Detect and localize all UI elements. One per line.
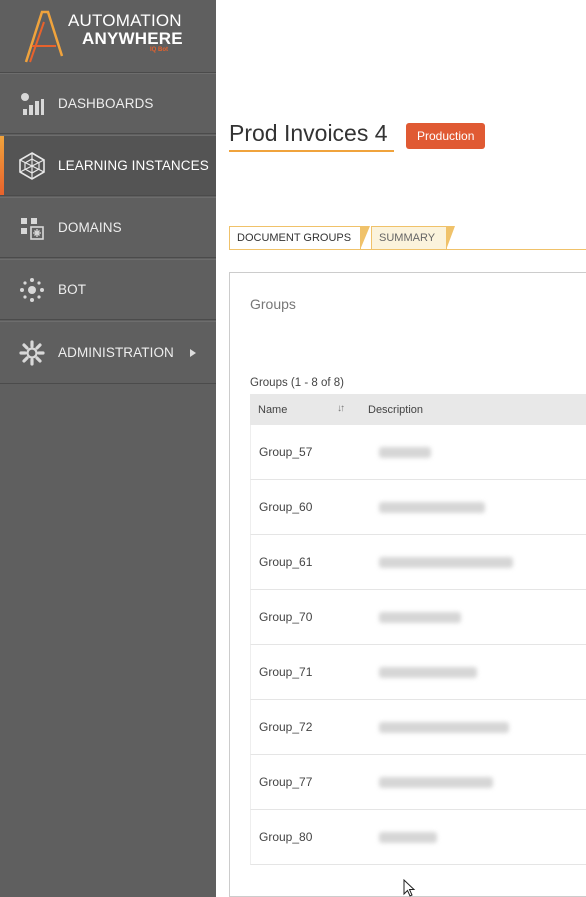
sidebar-item-learning-instances[interactable]: LEARNING INSTANCES [0,135,216,196]
sidebar-item-dashboards[interactable]: DASHBOARDS [0,73,216,134]
group-description-redacted [379,777,493,788]
automation-anywhere-logo-icon [24,10,64,63]
brand-logo[interactable]: AUTOMATION ANYWHERE IQ Bot [0,0,216,73]
brand-line1: AUTOMATION [68,11,182,30]
mouse-cursor-icon [403,879,416,897]
group-name[interactable]: Group_57 [259,445,312,459]
sidebar-item-label: ADMINISTRATION [58,345,174,360]
group-name[interactable]: Group_71 [259,665,312,679]
table-header: Name ↓↑ Description [250,394,586,425]
group-name[interactable]: Group_61 [259,555,312,569]
sidebar-item-domains[interactable]: DOMAINS [0,197,216,258]
group-name[interactable]: Group_60 [259,500,312,514]
bot-icon [18,276,46,304]
groups-table: Name ↓↑ Description Group_57 Group_60 Gr… [250,394,586,865]
learning-instances-icon [18,151,46,180]
sidebar-item-label: DASHBOARDS [58,96,154,111]
column-header-name[interactable]: Name [258,404,287,416]
sidebar-item-bot[interactable]: BOT [0,259,216,320]
group-name[interactable]: Group_70 [259,610,312,624]
table-row[interactable]: Group_77 [250,755,586,810]
sidebar-item-administration[interactable]: ADMINISTRATION [0,321,216,384]
chevron-right-icon [190,348,196,357]
dashboard-icon [18,90,46,118]
group-description-redacted [379,502,485,513]
tabs-divider [229,249,586,250]
group-name[interactable]: Group_80 [259,830,312,844]
tab-summary[interactable]: SUMMARY [371,226,455,250]
sidebar-item-label: BOT [58,282,87,297]
table-row[interactable]: Group_57 [250,425,586,480]
groups-heading: Groups [250,296,296,312]
group-description-redacted [379,447,431,458]
column-header-description[interactable]: Description [368,404,423,416]
table-row[interactable]: Group_72 [250,700,586,755]
group-name[interactable]: Group_72 [259,720,312,734]
domains-icon [18,214,46,242]
environment-badge[interactable]: Production [406,123,486,149]
table-row[interactable]: Group_61 [250,535,586,590]
sidebar: AUTOMATION ANYWHERE IQ Bot DASHBOARDS LE… [0,0,216,897]
gear-icon [18,339,46,367]
table-row[interactable]: Group_60 [250,480,586,535]
page-title: Prod Invoices 4 [229,120,388,146]
group-description-redacted [379,722,509,733]
sort-icon[interactable]: ↓↑ [337,403,345,414]
group-name[interactable]: Group_77 [259,775,312,789]
group-description-redacted [379,832,437,843]
sidebar-item-label: DOMAINS [58,220,122,235]
group-description-redacted [379,667,477,678]
group-description-redacted [379,557,513,568]
groups-count: Groups (1 - 8 of 8) [250,377,344,389]
group-description-redacted [379,612,461,623]
tab-document-groups[interactable]: DOCUMENT GROUPS [229,226,370,250]
brand-subtitle: IQ Bot [150,47,168,53]
title-underline [229,150,394,152]
brand-line2: ANYWHERE [82,29,183,48]
sidebar-item-label: LEARNING INSTANCES [58,158,209,173]
table-row[interactable]: Group_71 [250,645,586,700]
table-row[interactable]: Group_70 [250,590,586,645]
table-row[interactable]: Group_80 [250,810,586,865]
